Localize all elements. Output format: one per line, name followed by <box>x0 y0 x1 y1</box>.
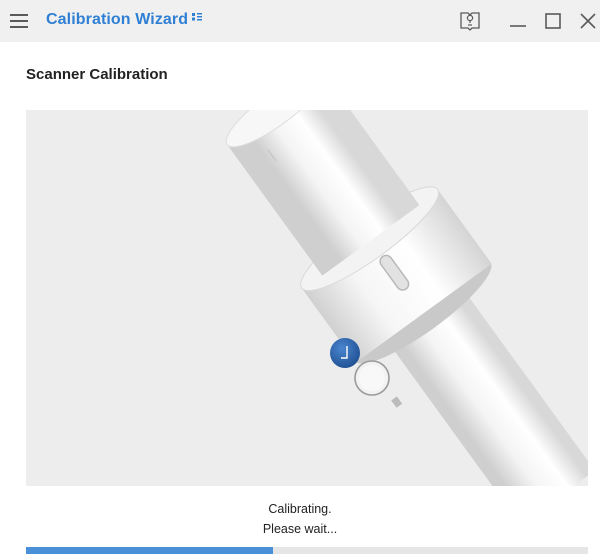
title-bar: Calibration Wizard <box>0 0 600 42</box>
scan-button-icon <box>330 338 360 368</box>
app-title: Calibration Wizard <box>46 11 189 28</box>
title-group: Calibration Wizard <box>46 11 203 29</box>
progress-bar-fill <box>26 547 274 554</box>
close-icon[interactable] <box>576 9 600 33</box>
status-line-1: Calibrating. <box>268 502 332 516</box>
scanner-illustration <box>225 110 588 486</box>
page-title: Scanner Calibration <box>26 66 168 83</box>
title-badge-icon <box>192 13 203 21</box>
status-line-2: Please wait... <box>262 522 338 536</box>
minimize-icon[interactable] <box>506 9 530 33</box>
calibration-status: Calibrating. Please wait... <box>0 499 600 539</box>
help-book-icon[interactable] <box>458 9 482 33</box>
scanner-illustration-panel <box>26 110 588 486</box>
maximize-icon[interactable] <box>541 9 565 33</box>
hamburger-menu-icon[interactable] <box>10 12 30 30</box>
calibration-progress-bar <box>26 547 588 554</box>
